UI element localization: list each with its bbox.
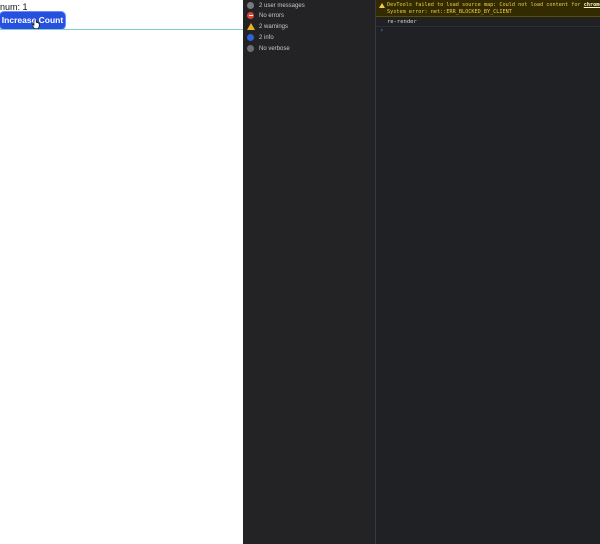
sidebar-item-label: 2 info <box>259 34 274 41</box>
warning-text: DevTools failed to load source map: Coul… <box>387 2 600 8</box>
error-icon <box>247 12 254 19</box>
warning-detail: System error: net::ERR_BLOCKED_BY_CLIENT <box>387 9 512 15</box>
sidebar-item-label: 2 user messages <box>259 2 305 9</box>
user-icon <box>247 2 254 9</box>
console-log-message: re-render <box>387 19 417 25</box>
console-sidebar: 2 user messages No errors 2 warnings 2 i… <box>243 0 376 544</box>
sidebar-item-errors[interactable]: No errors <box>247 10 284 21</box>
sidebar-item-verbose[interactable]: No verbose <box>247 43 290 54</box>
page-divider <box>0 29 243 30</box>
warning-icon <box>247 23 255 30</box>
sidebar-item-label: No verbose <box>259 45 290 52</box>
divider <box>376 26 600 27</box>
count-text: num: 1 <box>0 2 28 12</box>
console-warning-message: DevTools failed to load source map: Coul… <box>376 0 600 17</box>
source-map-link[interactable]: chrome <box>584 2 600 8</box>
warning-text-main: DevTools failed to load source map: Coul… <box>387 2 584 8</box>
info-icon <box>247 34 254 41</box>
console-panel: DevTools failed to load source map: Coul… <box>376 0 600 544</box>
page-viewport: num: 1 Increase Count <box>0 0 243 544</box>
sidebar-item-warnings[interactable]: 2 warnings <box>247 21 288 32</box>
sidebar-item-info[interactable]: 2 info <box>247 32 274 43</box>
console-prompt[interactable]: › <box>380 27 384 34</box>
verbose-icon <box>247 45 254 52</box>
sidebar-item-label: No errors <box>259 12 285 19</box>
sidebar-item-label: 2 warnings <box>259 23 289 30</box>
warning-icon <box>379 3 385 8</box>
